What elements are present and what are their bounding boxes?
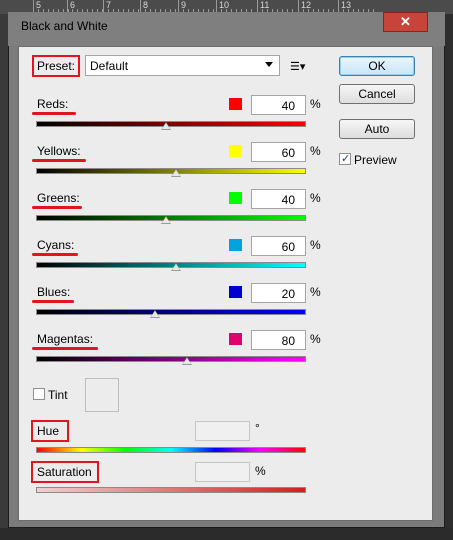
annotation-underline-magentas: [32, 347, 98, 350]
blues-slider-thumb[interactable]: [149, 310, 160, 318]
greens-color-swatch: [229, 192, 242, 204]
magentas-value: 80: [281, 334, 295, 348]
cyans-color-swatch: [229, 239, 242, 251]
yellows-slider-thumb[interactable]: [171, 169, 182, 177]
blues-slider-track[interactable]: [36, 309, 306, 315]
greens-value: 40: [281, 193, 295, 207]
slider-thumb-face: [183, 358, 192, 364]
magentas-input[interactable]: 80: [251, 330, 306, 350]
preset-label: Preset:: [37, 59, 76, 73]
magentas-color-swatch: [229, 333, 242, 345]
hue-label: Hue: [37, 424, 60, 438]
annotation-underline-greens: [32, 206, 82, 209]
reds-slider-track[interactable]: [36, 121, 306, 127]
yellows-color-swatch: [229, 145, 242, 157]
saturation-input[interactable]: [195, 462, 250, 482]
cyans-unit: %: [310, 238, 321, 252]
reds-value: 40: [281, 99, 295, 113]
canvas-backdrop-left: [0, 14, 8, 540]
reds-label: Reds:: [37, 97, 69, 111]
slider-thumb-face: [172, 264, 181, 270]
reds-slider-thumb[interactable]: [160, 122, 171, 130]
canvas-backdrop-right: [445, 14, 453, 540]
reds-input[interactable]: 40: [251, 95, 306, 115]
slider-thumb-face: [161, 123, 170, 129]
slider-thumb-face: [172, 170, 181, 176]
yellows-input[interactable]: 60: [251, 142, 306, 162]
blues-unit: %: [310, 285, 321, 299]
preview-checkbox[interactable]: ✓: [339, 153, 351, 165]
auto-button[interactable]: Auto: [339, 119, 415, 139]
preview-label: Preview: [354, 153, 397, 167]
close-button[interactable]: ✕: [383, 12, 428, 32]
yellows-label: Yellows:: [37, 144, 81, 158]
blues-value: 20: [281, 287, 295, 301]
tint-checkbox[interactable]: [33, 388, 45, 400]
tint-label: Tint: [48, 388, 68, 402]
hue-input[interactable]: [195, 421, 250, 441]
cancel-button[interactable]: Cancel: [339, 84, 415, 104]
magentas-label: Magentas:: [37, 332, 94, 346]
hue-slider-track[interactable]: [36, 447, 306, 453]
cyans-value: 60: [281, 240, 295, 254]
slider-thumb-face: [161, 217, 170, 223]
saturation-unit: %: [255, 464, 266, 478]
blues-label: Blues:: [37, 285, 71, 299]
checkmark-icon: ✓: [341, 153, 351, 165]
magentas-slider-thumb[interactable]: [182, 357, 193, 365]
greens-label: Greens:: [37, 191, 80, 205]
saturation-label: Saturation: [37, 465, 92, 479]
annotation-underline-reds: [32, 112, 76, 115]
magentas-unit: %: [310, 332, 321, 346]
cyans-label: Cyans:: [37, 238, 75, 252]
hue-unit: °: [255, 421, 260, 435]
reds-color-swatch: [229, 98, 242, 110]
preset-value: Default: [90, 59, 129, 73]
greens-slider-thumb[interactable]: [160, 216, 171, 224]
annotation-underline-yellows: [32, 159, 86, 162]
dialog-title: Black and White: [21, 19, 108, 33]
reds-unit: %: [310, 97, 321, 111]
yellows-value: 60: [281, 146, 295, 160]
chevron-down-icon[interactable]: [265, 62, 273, 67]
greens-slider-track[interactable]: [36, 215, 306, 221]
saturation-slider-track[interactable]: [36, 487, 306, 493]
greens-input[interactable]: 40: [251, 189, 306, 209]
annotation-underline-blues: [32, 300, 74, 303]
preset-options-icon[interactable]: ☰▾: [290, 60, 305, 73]
tint-color-swatch[interactable]: [85, 378, 119, 412]
cyans-slider-thumb[interactable]: [171, 263, 182, 271]
blues-color-swatch: [229, 286, 242, 298]
blues-input[interactable]: 20: [251, 283, 306, 303]
cyans-input[interactable]: 60: [251, 236, 306, 256]
canvas-backdrop-bottom: [0, 528, 453, 540]
annotation-underline-cyans: [32, 253, 78, 256]
slider-thumb-face: [150, 311, 159, 317]
ok-button[interactable]: OK: [339, 56, 415, 76]
greens-unit: %: [310, 191, 321, 205]
magentas-slider-track[interactable]: [36, 356, 306, 362]
yellows-unit: %: [310, 144, 321, 158]
